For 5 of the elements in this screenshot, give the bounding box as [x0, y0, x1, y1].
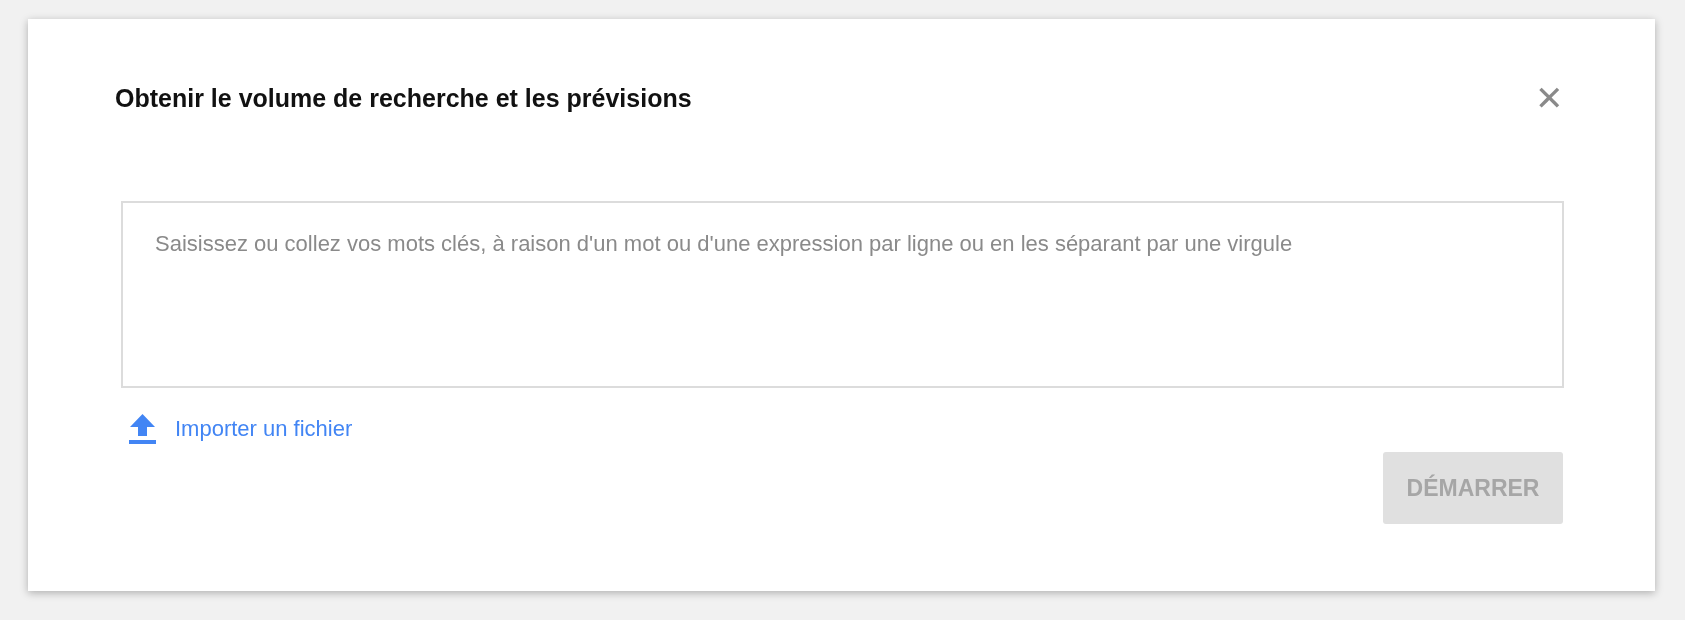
upload-link[interactable]: Importer un fichier — [128, 414, 353, 444]
close-button[interactable]: ✕ — [1535, 81, 1563, 115]
upload-icon — [128, 414, 157, 444]
dialog-title: Obtenir le volume de recherche et les prévisions — [115, 83, 692, 113]
keywords-field[interactable]: Saisissez ou collez vos mots clés, à raison d'un mot ou d'une expression par ligne ou en les séparant par une virgule — [121, 201, 1564, 388]
